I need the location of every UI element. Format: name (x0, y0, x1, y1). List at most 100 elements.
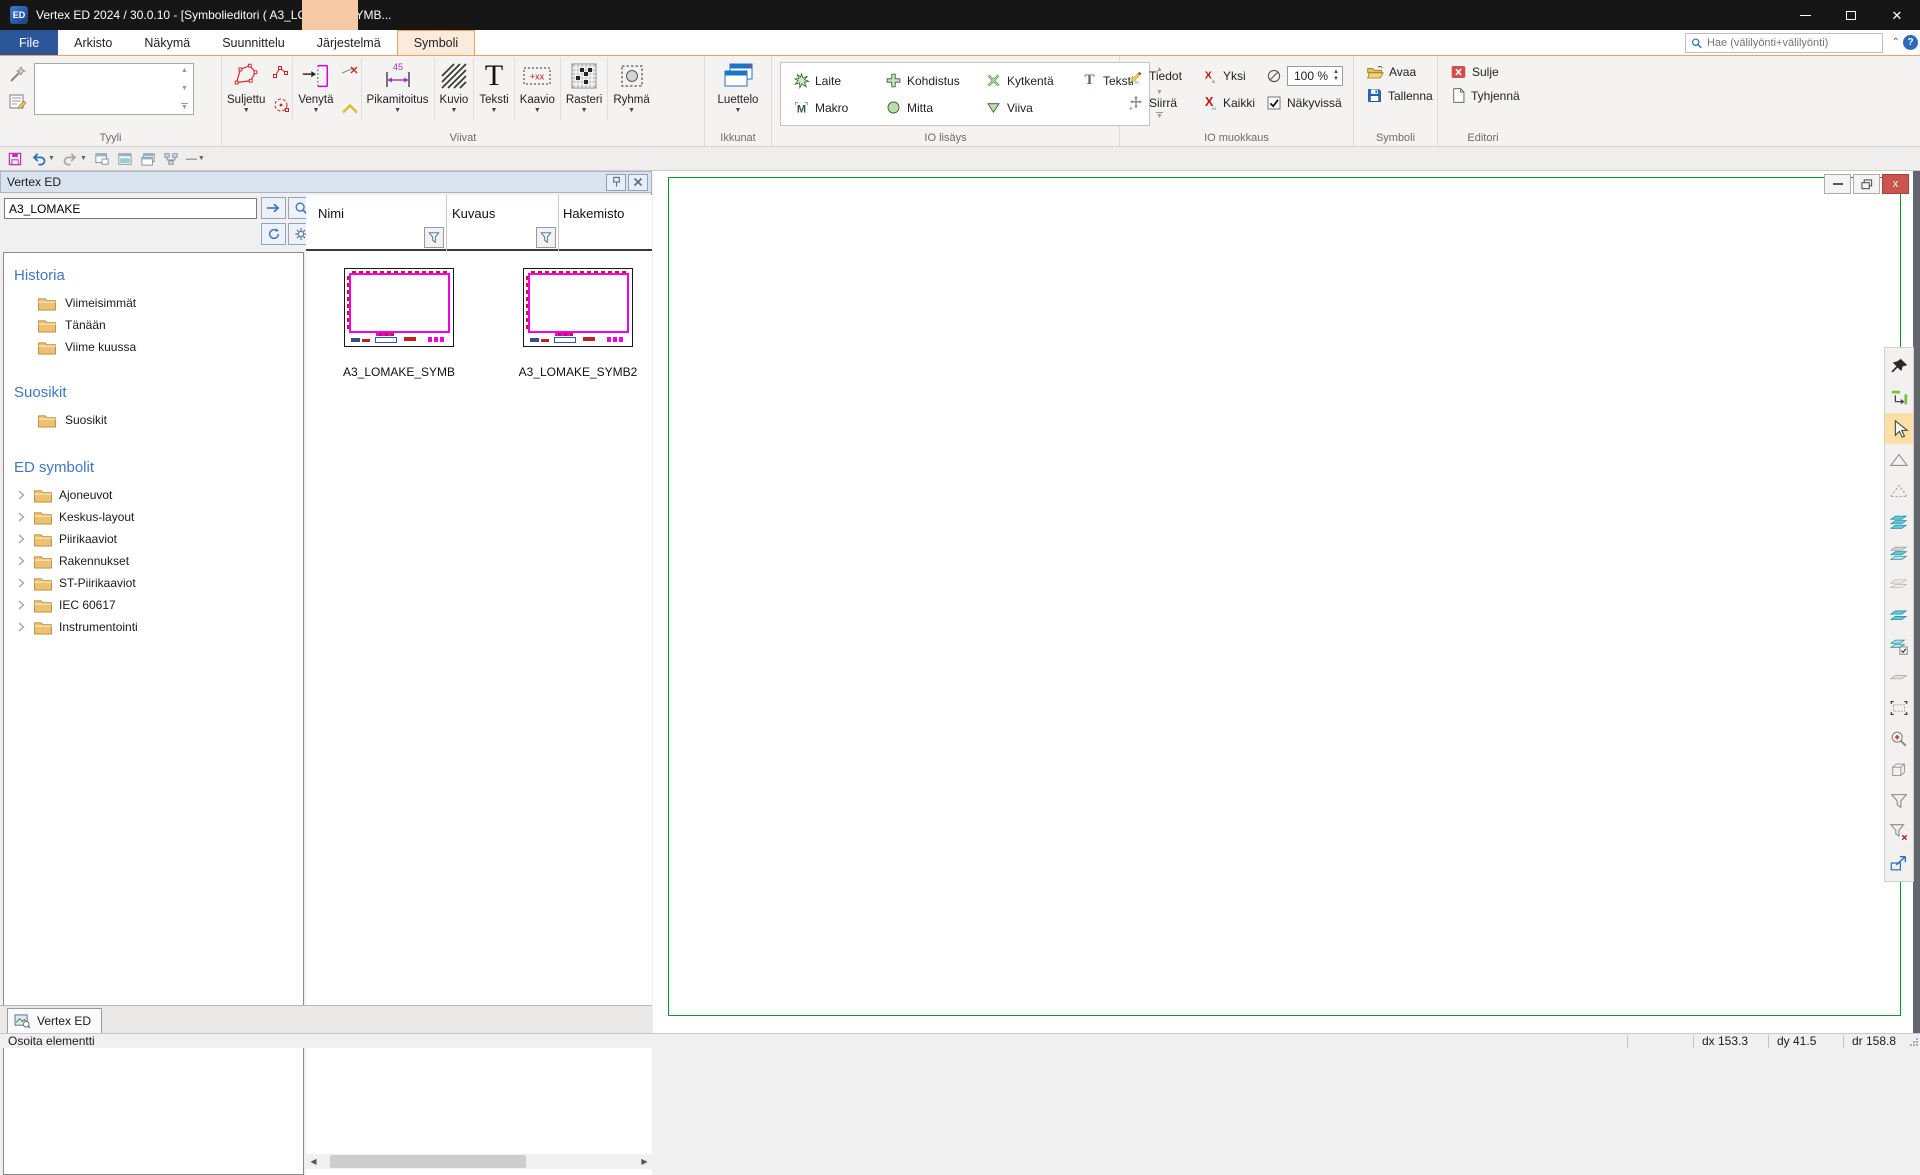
filter-kuvaus-button[interactable] (536, 227, 556, 248)
canvas-restore-button[interactable] (1853, 174, 1880, 194)
collapse-ribbon-button[interactable]: ⌃ (1892, 37, 1900, 48)
undo-dropdown-arrow-icon[interactable]: ▼ (48, 155, 55, 162)
menu-suunnittelu[interactable]: Suunnittelu (206, 30, 301, 55)
canvas-close-button[interactable]: x (1882, 174, 1909, 194)
kohdistus-button[interactable]: Kohdistus (881, 70, 981, 91)
toolbar-layer-select-button[interactable] (1885, 630, 1913, 661)
toolbar-polygon-button[interactable] (1885, 444, 1913, 475)
toolbar-zoom-in-button[interactable] (1885, 723, 1913, 754)
kuvio-button[interactable]: Kuvio ▼ (435, 56, 474, 122)
canvas-minimize-button[interactable] (1824, 174, 1851, 194)
qa-redo-button[interactable]: ▼ (62, 151, 87, 167)
toolbar-layer-pair-button[interactable] (1885, 599, 1913, 630)
panel-close-button[interactable] (628, 174, 648, 191)
symbol-thumbnail-a3-lomake-symb2[interactable] (523, 268, 633, 347)
scrollbar-thumb[interactable] (330, 1155, 526, 1168)
qa-new-window-button[interactable] (94, 152, 110, 166)
toolbar-export-view-button[interactable] (1885, 847, 1913, 878)
trim-button[interactable] (341, 64, 359, 77)
symbol-name-label[interactable]: A3_LOMAKE_SYMB (329, 365, 469, 379)
nakyvissa-checkbox[interactable]: Näkyvissä (1262, 93, 1358, 113)
column-header-hakemisto[interactable]: Hakemisto (563, 206, 624, 221)
tree-item-keskus-layout[interactable]: Keskus-layout (4, 506, 303, 528)
laite-button[interactable]: Laite (789, 70, 881, 91)
siirra-button[interactable]: Siirrä (1124, 93, 1198, 113)
toolbar-rotate-view-button[interactable] (1885, 382, 1913, 413)
toolbar-single-layer-button[interactable] (1885, 661, 1913, 692)
yksi-button[interactable]: Xio Yksi (1198, 66, 1262, 86)
minimize-button[interactable] (1782, 0, 1828, 30)
tree-item-viime-kuussa[interactable]: Viime kuussa (4, 336, 303, 358)
toolbar-clear-filter-button[interactable] (1885, 816, 1913, 847)
tree-item-instrumentointi[interactable]: Instrumentointi (4, 616, 303, 638)
scroll-left-button[interactable]: ◀ (306, 1154, 321, 1169)
tree-item-viimeisimmat[interactable]: Viimeisimmät (4, 292, 303, 314)
menu-symboli-active-tab[interactable]: Symboli (397, 30, 475, 55)
qa-cascade-windows-button[interactable] (140, 152, 156, 166)
circle-button[interactable] (272, 97, 290, 114)
zoom-spinner[interactable]: ▲▼ (1333, 69, 1339, 82)
rasteri-button[interactable]: Rasteri ▼ (561, 56, 607, 122)
column-header-nimi[interactable]: Nimi (318, 206, 344, 221)
drawing-canvas[interactable]: x (653, 171, 1920, 1033)
luettelo-button[interactable]: Luettelo ▼ (713, 56, 764, 122)
kaavio-button[interactable]: +xx Kaavio ▼ (515, 56, 560, 122)
venyta-button[interactable]: Venytä ▼ (293, 56, 338, 122)
qa-hierarchy-button[interactable] (163, 152, 179, 166)
search-go-button[interactable] (261, 197, 286, 219)
symbol-search-input[interactable] (4, 198, 257, 219)
qa-window-view-button[interactable] (117, 152, 133, 166)
zoom-control[interactable]: 100 %▲▼ (1262, 64, 1358, 88)
maximize-button[interactable] (1828, 0, 1874, 30)
tree-item-piirikaaviot[interactable]: Piirikaaviot (4, 528, 303, 550)
symbol-thumbnail-a3-lomake-symb[interactable] (344, 268, 454, 347)
menu-nakyma[interactable]: Näkymä (128, 30, 206, 55)
vertex-ed-panel-tab[interactable]: Vertex ED (7, 1008, 102, 1033)
tree-item-ajoneuvot[interactable]: Ajoneuvot (4, 484, 303, 506)
qa-overflow-button[interactable]: —▼ (186, 153, 205, 165)
ryhma-button[interactable]: Ryhmä ▼ (608, 56, 654, 122)
tree-item-st-piirikaaviot[interactable]: ST-Piirikaaviot (4, 572, 303, 594)
help-button[interactable]: ? (1903, 35, 1918, 50)
style-properties-button[interactable] (8, 92, 28, 112)
tiedot-button[interactable]: io Tiedot (1124, 66, 1198, 86)
kytkenta-button[interactable]: Kytkentä (981, 70, 1077, 91)
kaikki-button[interactable]: Xio Kaikki (1198, 93, 1262, 113)
teksti-button[interactable]: T Teksti ▼ (474, 56, 513, 122)
close-button[interactable]: ✕ (1874, 0, 1920, 30)
mitta-button[interactable]: Mitta (881, 97, 981, 118)
toolbar-polygon-dashed-button[interactable] (1885, 475, 1913, 506)
style-wand-button[interactable] (8, 64, 28, 84)
qa-save-button[interactable] (7, 151, 23, 167)
makro-button[interactable]: M Makro (789, 97, 881, 118)
tallenna-button[interactable]: Tallenna (1362, 85, 1437, 106)
suljettu-button[interactable]: Suljettu ▼ (222, 56, 270, 122)
qa-undo-button[interactable]: ▼ (30, 151, 55, 167)
toolbar-layer-off-button[interactable] (1885, 568, 1913, 599)
scroll-right-button[interactable]: ▶ (637, 1154, 652, 1169)
redo-dropdown-arrow-icon[interactable]: ▼ (80, 155, 87, 162)
symbol-name-label[interactable]: A3_LOMAKE_SYMB2 (508, 365, 648, 379)
menu-arkisto[interactable]: Arkisto (58, 30, 128, 55)
toolbar-filter-button[interactable] (1885, 785, 1913, 816)
filter-nimi-button[interactable] (424, 227, 444, 248)
tyhjenna-button[interactable]: Tyhjennä (1446, 85, 1528, 106)
polyline-button[interactable] (272, 64, 290, 79)
panel-pin-button[interactable] (606, 174, 626, 191)
tree-item-tanaan[interactable]: Tänään (4, 314, 303, 336)
style-gallery[interactable]: ▲▼▼ (34, 63, 194, 115)
toolbar-zoom-extents-button[interactable] (1885, 692, 1913, 723)
toolbar-all-layers-button[interactable] (1885, 506, 1913, 537)
viiva-button[interactable]: Viiva (981, 97, 1077, 118)
avaa-button[interactable]: Avaa (1362, 62, 1437, 82)
menu-jarjestelma[interactable]: Järjestelmä (301, 30, 397, 55)
pikamitoitus-button[interactable]: 45 Pikamitoitus ▼ (362, 56, 434, 122)
fillet-button[interactable] (341, 102, 359, 114)
global-search-box[interactable] (1685, 33, 1883, 53)
search-input[interactable] (1707, 37, 1877, 49)
toolbar-layer-mix-button[interactable] (1885, 537, 1913, 568)
sulje-button[interactable]: Sulje (1446, 62, 1528, 82)
horizontal-scrollbar[interactable]: ◀ ▶ (306, 1154, 652, 1169)
refresh-button[interactable] (261, 223, 286, 245)
toolbar-3d-view-button[interactable] (1885, 754, 1913, 785)
